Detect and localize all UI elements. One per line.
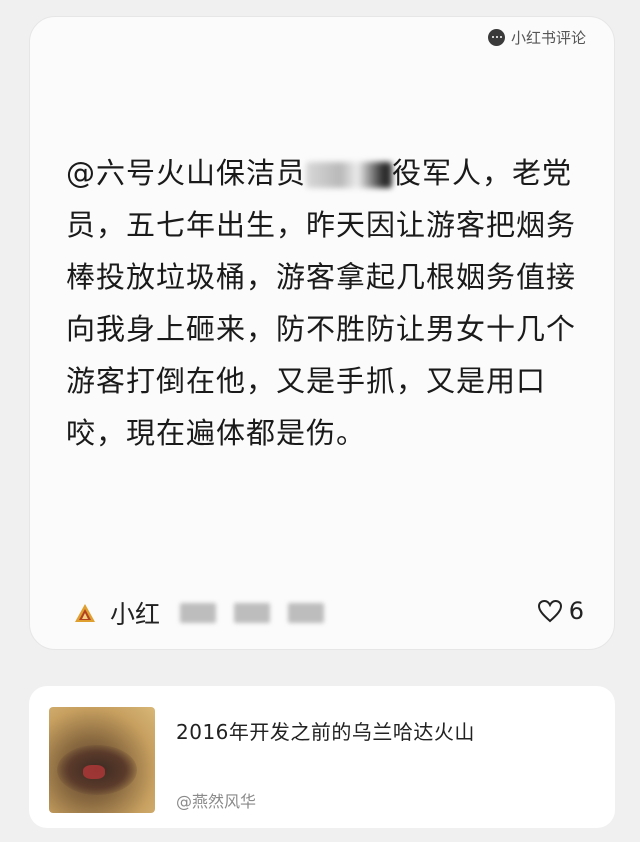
page: 小红书评论 @六号火山保洁员 役军人，老党员，五七年出生，昨天因让游客把烟务棒投放… bbox=[0, 0, 640, 842]
mountain-icon bbox=[74, 602, 96, 624]
like-count: 6 bbox=[568, 597, 584, 625]
comment-text: @六号火山保洁员 役军人，老党员，五七年出生，昨天因让游客把烟务棒投放垃圾桶，游客… bbox=[66, 147, 596, 459]
chat-bubble-icon bbox=[487, 29, 505, 46]
comment-text-start: @六号火山保洁员 bbox=[66, 156, 307, 190]
author-name-blur bbox=[180, 603, 325, 623]
author-name: 小红 bbox=[110, 600, 161, 629]
link-title[interactable]: 2016年开发之前的乌兰哈达火山 bbox=[176, 716, 475, 745]
heart-icon bbox=[537, 599, 562, 623]
comment-card: 小红书评论 @六号火山保洁员 役军人，老党员，五七年出生，昨天因让游客把烟务棒投放… bbox=[29, 16, 615, 650]
author-row[interactable]: 小红 bbox=[74, 595, 325, 631]
source-label: 小红书评论 bbox=[510, 29, 586, 47]
like-button[interactable]: 6 bbox=[537, 597, 584, 625]
link-card[interactable]: 2016年开发之前的乌兰哈达火山 @燕然风华 bbox=[29, 686, 615, 828]
thumbnail-image bbox=[49, 707, 155, 813]
source-tag: 小红书评论 bbox=[487, 27, 586, 48]
redacted-blur bbox=[306, 162, 393, 188]
comment-text-rest: 役军人，老党员，五七年出生，昨天因让游客把烟务棒投放垃圾桶，游客拿起几根姻务值接… bbox=[66, 156, 577, 450]
link-source: @燕然风华 bbox=[176, 792, 257, 811]
